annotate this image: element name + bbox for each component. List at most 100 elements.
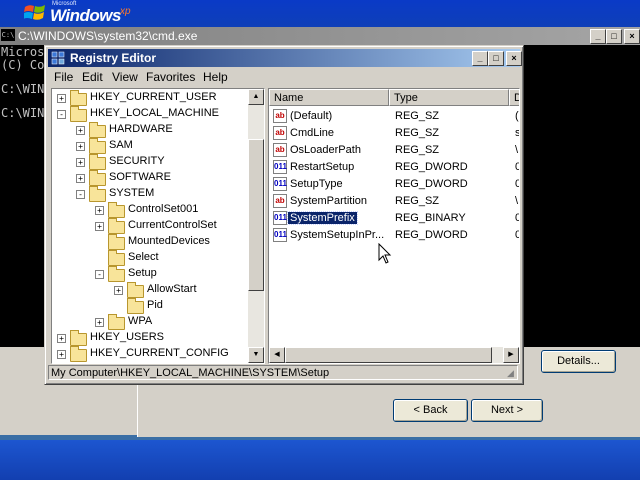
folder-icon: [108, 250, 125, 266]
cmd-line: C:\WIN: [1, 82, 45, 96]
value-row[interactable]: ab SystemPartition REG_SZ \: [269, 193, 519, 210]
scroll-up-icon[interactable]: ▲: [248, 89, 264, 105]
folder-icon: [70, 106, 87, 122]
next-button[interactable]: Next >: [471, 399, 543, 422]
regedit-titlebar[interactable]: Registry Editor _ □ ×: [48, 49, 522, 67]
expand-icon[interactable]: +: [76, 142, 85, 151]
value-type: REG_SZ: [395, 127, 440, 139]
value-row[interactable]: 011RestartSetup REG_DWORD 0: [269, 159, 519, 176]
tree-item[interactable]: MountedDevices: [52, 234, 248, 250]
value-type: REG_DWORD: [395, 161, 468, 173]
menu-view[interactable]: View: [112, 70, 138, 84]
tree-item[interactable]: Pid: [52, 298, 248, 314]
value-row[interactable]: ab CmdLine REG_SZ s: [269, 125, 519, 142]
list-horizontal-scrollbar[interactable]: ◀ ▶: [269, 347, 519, 363]
expand-icon[interactable]: +: [95, 318, 104, 327]
windows-xp-logo: Microsoft Windows xp: [8, 0, 138, 26]
tree-item[interactable]: + CurrentControlSet: [52, 218, 248, 234]
collapse-icon[interactable]: -: [57, 110, 66, 119]
scroll-right-icon[interactable]: ▶: [503, 347, 519, 363]
value-row[interactable]: 011SystemPrefix REG_BINARY 0: [269, 210, 519, 227]
tree-item-label: SAM: [109, 139, 133, 151]
binary-value-icon: 011: [273, 160, 287, 174]
tree-item[interactable]: + SAM: [52, 138, 248, 154]
scroll-down-icon[interactable]: ▼: [248, 347, 264, 363]
value-type: REG_SZ: [395, 110, 440, 122]
tree-item[interactable]: + HKEY_CURRENT_CONFIG: [52, 346, 248, 362]
value-row[interactable]: ab (Default) REG_SZ (: [269, 108, 519, 125]
tree-vertical-scrollbar[interactable]: ▲ ▼: [248, 89, 264, 363]
regedit-menubar: File Edit View Favorites Help: [48, 68, 520, 86]
tree-item-label: SYSTEM: [109, 187, 155, 199]
folder-icon: [70, 90, 87, 106]
folder-icon: [89, 138, 106, 154]
tree-item[interactable]: + ControlSet001: [52, 202, 248, 218]
collapse-icon[interactable]: -: [95, 270, 104, 279]
registry-values-list[interactable]: Name Type D ab(Default)REG_SZ(abCmdLineR…: [268, 88, 520, 364]
tree-item[interactable]: + HKEY_USERS: [52, 330, 248, 346]
menu-file[interactable]: File: [54, 70, 73, 84]
registry-editor-window[interactable]: Registry Editor _ □ × File Edit View Fav…: [44, 45, 524, 385]
cmd-titlebar[interactable]: C:\ C:\WINDOWS\system32\cmd.exe _ □ ×: [0, 27, 640, 45]
expand-icon[interactable]: +: [76, 158, 85, 167]
tree-item[interactable]: + HKEY_CURRENT_USER: [52, 90, 248, 106]
tree-item[interactable]: + AllowStart: [52, 282, 248, 298]
cmd-minimize-button[interactable]: _: [590, 29, 606, 44]
tree-item-label: Setup: [128, 267, 157, 279]
column-header-name[interactable]: Name: [269, 89, 389, 106]
expand-icon[interactable]: +: [76, 126, 85, 135]
registry-key-tree[interactable]: + HKEY_CURRENT_USER - HKEY_LOCAL_MACHINE + HA…: [51, 88, 265, 364]
folder-icon: [89, 154, 106, 170]
menu-edit[interactable]: Edit: [82, 70, 103, 84]
binary-value-icon: 011: [273, 177, 287, 191]
tree-item-label: HKEY_USERS: [90, 331, 164, 343]
tree-item[interactable]: + WPA: [52, 314, 248, 330]
expand-icon[interactable]: +: [95, 206, 104, 215]
binary-value-icon: 011: [273, 211, 287, 225]
tree-item[interactable]: - Setup: [52, 266, 248, 282]
cmd-line: (C) Co: [1, 58, 45, 72]
details-button[interactable]: Details...: [541, 350, 616, 373]
expand-icon[interactable]: +: [57, 350, 66, 359]
cmd-maximize-button[interactable]: □: [606, 29, 622, 44]
tree-item[interactable]: + SECURITY: [52, 154, 248, 170]
list-scroll-thumb[interactable]: [285, 347, 492, 363]
tree-item-label: AllowStart: [147, 283, 197, 295]
tree-item-label: HARDWARE: [109, 123, 173, 135]
folder-icon: [89, 122, 106, 138]
regedit-close-button[interactable]: ×: [506, 51, 522, 66]
folder-icon: [127, 282, 144, 298]
column-header-type[interactable]: Type: [389, 89, 509, 106]
scroll-left-icon[interactable]: ◀: [269, 347, 285, 363]
cmd-close-button[interactable]: ×: [624, 29, 640, 44]
cmd-title: C:\WINDOWS\system32\cmd.exe: [18, 29, 198, 43]
tree-item[interactable]: + HARDWARE: [52, 122, 248, 138]
value-row[interactable]: 011SystemSetupInPr... REG_DWORD 0: [269, 227, 519, 244]
value-type: REG_SZ: [395, 144, 440, 156]
tree-item[interactable]: - HKEY_LOCAL_MACHINE: [52, 106, 248, 122]
tree-item[interactable]: - SYSTEM: [52, 186, 248, 202]
value-row[interactable]: 011SetupType REG_DWORD 0: [269, 176, 519, 193]
back-button[interactable]: < Back: [393, 399, 468, 422]
value-type: REG_DWORD: [395, 178, 468, 190]
tree-item-label: ControlSet001: [128, 203, 199, 215]
expand-icon[interactable]: +: [76, 174, 85, 183]
expand-icon[interactable]: +: [57, 334, 66, 343]
expand-icon[interactable]: +: [114, 286, 123, 295]
regedit-minimize-button[interactable]: _: [472, 51, 488, 66]
expand-icon[interactable]: +: [57, 94, 66, 103]
menu-favorites[interactable]: Favorites: [146, 70, 195, 84]
column-header-data[interactable]: D: [509, 89, 519, 106]
collapse-icon[interactable]: -: [76, 190, 85, 199]
tree-item[interactable]: Select: [52, 250, 248, 266]
regedit-maximize-button[interactable]: □: [488, 51, 504, 66]
value-name: SystemPrefix: [287, 211, 358, 225]
menu-help[interactable]: Help: [203, 70, 228, 84]
tree-scroll-thumb[interactable]: [248, 139, 264, 291]
value-row[interactable]: ab OsLoaderPath REG_SZ \: [269, 142, 519, 159]
resize-grip-icon[interactable]: ◢: [507, 368, 517, 378]
value-data: 0: [515, 161, 519, 173]
folder-icon: [108, 218, 125, 234]
expand-icon[interactable]: +: [95, 222, 104, 231]
tree-item[interactable]: + SOFTWARE: [52, 170, 248, 186]
